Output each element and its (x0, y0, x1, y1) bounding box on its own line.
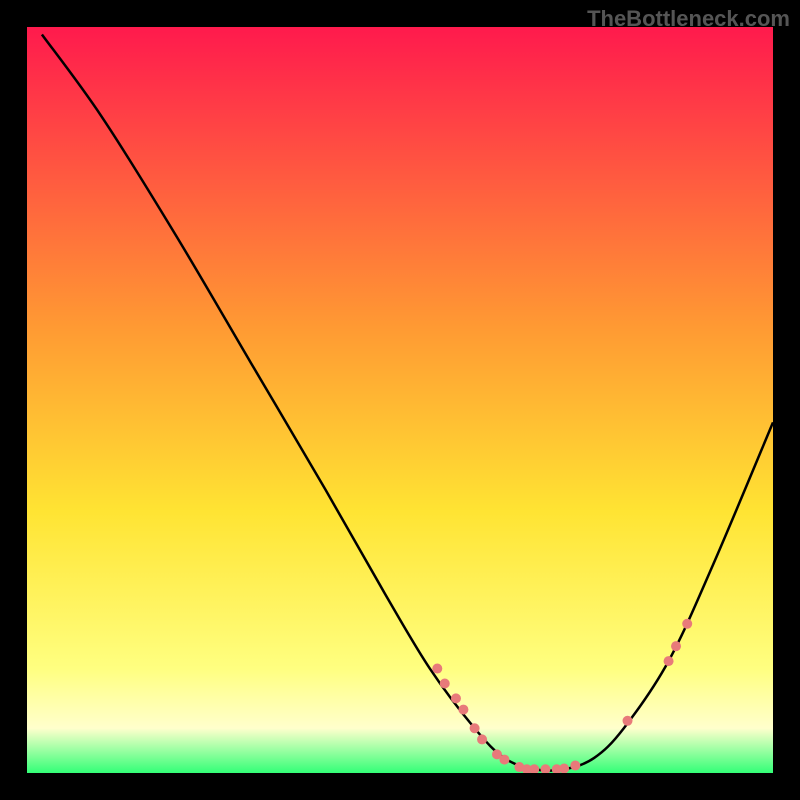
gradient-background (27, 27, 773, 773)
data-marker (499, 755, 509, 765)
data-marker (623, 716, 633, 726)
data-marker (671, 641, 681, 651)
data-marker (440, 678, 450, 688)
data-marker (682, 619, 692, 629)
data-marker (451, 693, 461, 703)
chart-svg (27, 27, 773, 773)
chart-container: TheBottleneck.com (0, 0, 800, 800)
data-marker (432, 664, 442, 674)
data-marker (477, 734, 487, 744)
data-marker (570, 761, 580, 771)
plot-area (27, 27, 773, 773)
data-marker (470, 723, 480, 733)
data-marker (664, 656, 674, 666)
data-marker (458, 705, 468, 715)
watermark-text: TheBottleneck.com (587, 6, 790, 32)
